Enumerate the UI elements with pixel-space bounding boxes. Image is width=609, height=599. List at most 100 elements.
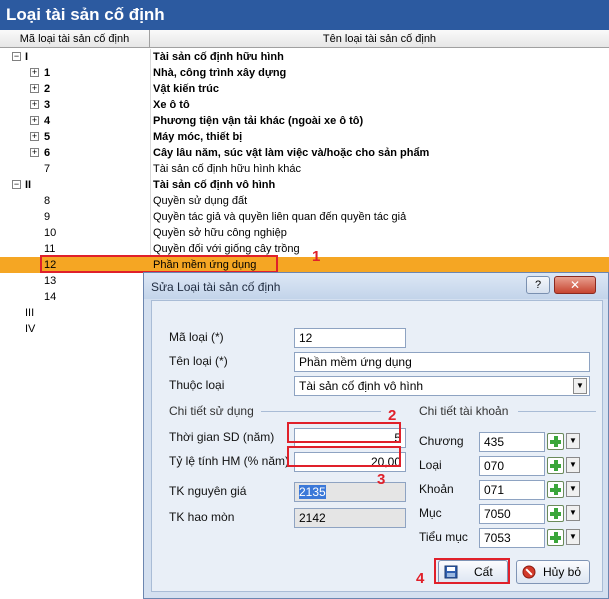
expand-icon[interactable]: + [30, 132, 39, 141]
annotation-marker-1: 1 [312, 248, 321, 265]
ma-loai-input[interactable]: 12 [294, 328, 406, 348]
add-muc-icon[interactable] [547, 505, 564, 522]
tree-row-name: Tài sản cố định vô hình [153, 179, 276, 191]
tree-row[interactable]: 10 Quyền sở hữu công nghiệp [0, 225, 609, 241]
tree-row-name: Tài sản cố định hữu hình [153, 51, 284, 63]
ty-le-label: Tỷ lệ tính HM (% năm) [169, 454, 290, 468]
ma-loai-label: Mã loại (*) [169, 330, 224, 344]
help-button[interactable]: ? [526, 276, 550, 294]
thoi-gian-label: Thời gian SD (năm) [169, 430, 275, 444]
tree-row-code: IV [25, 323, 36, 335]
tree-row-name: Nhà, công trình xây dựng [153, 67, 287, 79]
tree-row[interactable]: 9 Quyền tác giả và quyền liên quan đến qu… [0, 209, 609, 225]
account-section-divider [518, 411, 596, 412]
expand-icon[interactable]: + [30, 116, 39, 125]
tree-row-code: II [25, 179, 32, 191]
tk-hao-mon-label: TK hao mòn [169, 510, 235, 524]
muc-dropdown-icon[interactable]: ▼ [566, 505, 580, 521]
tk-nguyen-gia-label: TK nguyên giá [169, 484, 247, 498]
tree-column-header: Mã loại tài sản cố định Tên loại tài sản… [0, 30, 609, 48]
tree-row-code: 14 [44, 291, 57, 303]
chuong-label: Chương [419, 434, 464, 448]
tree-row-code: 8 [44, 195, 51, 207]
add-khoan-icon[interactable] [547, 481, 564, 498]
tree-row[interactable]: − I Tài sản cố định hữu hình [0, 49, 609, 65]
tree-row-name: Quyền tác giả và quyền liên quan đến quy… [153, 211, 407, 223]
tree-row[interactable]: +2 Vật kiến trúc [0, 81, 609, 97]
tree-row[interactable]: +3 Xe ô tô [0, 97, 609, 113]
cancel-label: Hủy bỏ [543, 565, 582, 579]
tree-row-code: I [25, 51, 29, 63]
account-section-title: Chi tiết tài khoản [419, 404, 509, 418]
tree-row-code: 4 [44, 115, 51, 127]
tk-nguyen-gia-value: 2135 [299, 485, 326, 499]
tree-row[interactable]: +5 Máy móc, thiết bị [0, 129, 609, 145]
tk-nguyen-gia-input[interactable]: 2135 [294, 482, 406, 502]
cancel-icon [522, 565, 536, 579]
tree-row-name: Vật kiến trúc [153, 83, 220, 95]
tree-row-name: Phương tiện vận tải khác (ngoài xe ô tô) [153, 115, 364, 127]
muc-input[interactable]: 7050 [479, 504, 545, 524]
thuoc-loai-value: Tài sản cố định vô hình [299, 379, 424, 393]
tieu-muc-label: Tiểu mục [419, 530, 468, 544]
khoan-input[interactable]: 071 [479, 480, 545, 500]
tree-row-code: 5 [44, 131, 51, 143]
tree-row[interactable]: 8 Quyền sử dụng đất [0, 193, 609, 209]
tree-row-code: 6 [44, 147, 51, 159]
tree-row-name: Xe ô tô [153, 99, 190, 111]
chuong-dropdown-icon[interactable]: ▼ [566, 433, 580, 449]
loai-dropdown-icon[interactable]: ▼ [566, 457, 580, 473]
dialog-title: Sửa Loại tài sản cố định [151, 280, 281, 294]
column-header-name[interactable]: Tên loại tài sản cố định [150, 30, 609, 48]
highlight-box-ty-le [287, 446, 401, 467]
highlight-box-4 [434, 558, 510, 584]
tree-row[interactable]: 7 Tài sản cố định hữu hình khác [0, 161, 609, 177]
highlight-box-1 [40, 255, 278, 273]
tree-row-code: 13 [44, 275, 57, 287]
thuoc-loai-select[interactable]: Tài sản cố định vô hình [294, 376, 590, 396]
column-header-code[interactable]: Mã loại tài sản cố định [0, 30, 150, 48]
collapse-icon[interactable]: − [12, 180, 21, 189]
thuoc-loai-label: Thuộc loại [169, 378, 225, 392]
tree-row[interactable]: − II Tài sản cố định vô hình [0, 177, 609, 193]
khoan-dropdown-icon[interactable]: ▼ [566, 481, 580, 497]
tree-row-name: Cây lâu năm, súc vật làm việc và/hoặc ch… [153, 147, 430, 159]
tree-row-name: Quyền sở hữu công nghiệp [153, 227, 287, 239]
expand-icon[interactable]: + [30, 84, 39, 93]
ten-loai-label: Tên loại (*) [169, 354, 228, 368]
chuong-input[interactable]: 435 [479, 432, 545, 452]
expand-icon[interactable]: + [30, 100, 39, 109]
usage-section-title: Chi tiết sử dụng [169, 404, 254, 418]
chevron-down-icon[interactable]: ▼ [573, 378, 587, 394]
tree-row-code: 10 [44, 227, 57, 239]
loai-input[interactable]: 070 [479, 456, 545, 476]
tree-row-name: Tài sản cố định hữu hình khác [153, 163, 302, 175]
window-title: Loại tài sản cố định [0, 0, 609, 30]
tree-row[interactable]: +4 Phương tiện vận tải khác (ngoài xe ô t… [0, 113, 609, 129]
expand-icon[interactable]: + [30, 148, 39, 157]
tieu-muc-input[interactable]: 7053 [479, 528, 545, 548]
tree-row-code: 3 [44, 99, 51, 111]
collapse-icon[interactable]: − [12, 52, 21, 61]
tree-row-code: 1 [44, 67, 51, 79]
annotation-marker-4: 4 [416, 570, 425, 587]
add-chuong-icon[interactable] [547, 433, 564, 450]
add-tieu-muc-icon[interactable] [547, 529, 564, 546]
ten-loai-input[interactable]: Phần mềm ứng dụng [294, 352, 590, 372]
annotation-marker-3: 3 [377, 471, 386, 488]
dialog-title-bar[interactable]: Sửa Loại tài sản cố định ? ✕ [144, 273, 608, 299]
close-button[interactable]: ✕ [554, 276, 596, 294]
tree-row[interactable]: +1 Nhà, công trình xây dựng [0, 65, 609, 81]
highlight-box-2 [287, 422, 401, 443]
tk-hao-mon-input[interactable]: 2142 [294, 508, 406, 528]
tree-row-code: 2 [44, 83, 51, 95]
tree-row-name: Máy móc, thiết bị [153, 131, 243, 143]
add-loai-icon[interactable] [547, 457, 564, 474]
cancel-button[interactable]: Hủy bỏ [516, 560, 590, 584]
tree-row-code: 9 [44, 211, 51, 223]
expand-icon[interactable]: + [30, 68, 39, 77]
khoan-label: Khoản [419, 482, 454, 496]
tree-row[interactable]: +6 Cây lâu năm, súc vật làm việc và/hoặc … [0, 145, 609, 161]
tieu-muc-dropdown-icon[interactable]: ▼ [566, 529, 580, 545]
tree-row-code: 7 [44, 163, 51, 175]
